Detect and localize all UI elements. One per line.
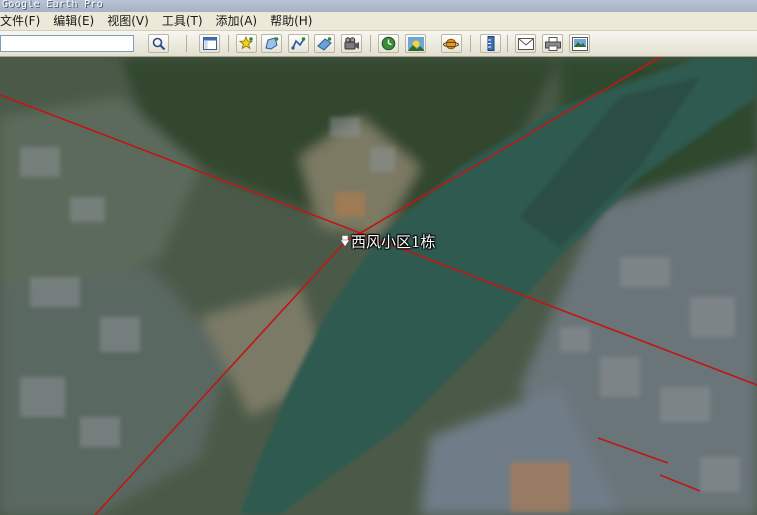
search-button[interactable]	[148, 34, 169, 53]
toolbar-separator	[186, 35, 187, 52]
polygon-icon	[265, 37, 279, 50]
save-image-button[interactable]	[569, 34, 590, 53]
menu-help[interactable]: 帮助(H)	[270, 12, 312, 31]
toolbar	[0, 31, 757, 57]
pushpin-icon	[239, 36, 254, 50]
toolbar-separator	[370, 35, 371, 52]
satellite-imagery	[0, 57, 757, 515]
ruler-button[interactable]	[480, 34, 501, 53]
title-bar: Google Earth Pro	[0, 0, 757, 12]
menu-view[interactable]: 视图(V)	[107, 12, 149, 31]
record-tour-button[interactable]	[341, 34, 362, 53]
window-title: Google Earth Pro	[2, 0, 104, 10]
sunlight-button[interactable]	[405, 34, 426, 53]
image-overlay-icon	[317, 37, 332, 51]
add-path-button[interactable]	[288, 34, 309, 53]
add-polygon-button[interactable]	[261, 34, 282, 53]
print-button[interactable]	[542, 34, 563, 53]
menu-bar: 文件(F) 编辑(E) 视图(V) 工具(T) 添加(A) 帮助(H)	[0, 12, 757, 31]
toolbar-separator	[507, 35, 508, 52]
menu-file[interactable]: 文件(F)	[0, 12, 40, 31]
add-placemark-button[interactable]	[236, 34, 257, 53]
path-icon	[291, 37, 306, 50]
envelope-icon	[517, 37, 534, 50]
sidebar-toggle-button[interactable]	[199, 34, 220, 53]
tour-camera-icon	[344, 36, 359, 49]
placemark-pin-icon[interactable]	[340, 235, 350, 247]
switch-planet-button[interactable]	[441, 34, 462, 53]
magnifier-icon	[152, 37, 165, 50]
historical-imagery-button[interactable]	[378, 34, 399, 53]
sidebar-icon	[202, 37, 217, 50]
ruler-icon	[487, 36, 494, 51]
add-image-overlay-button[interactable]	[314, 34, 335, 53]
email-button[interactable]	[515, 34, 536, 53]
printer-icon	[544, 36, 561, 51]
save-image-icon	[571, 36, 588, 51]
map-view[interactable]: 西风小区1栋	[0, 57, 757, 515]
planet-icon	[443, 38, 459, 49]
menu-add[interactable]: 添加(A)	[216, 12, 258, 31]
menu-edit[interactable]: 编辑(E)	[53, 12, 94, 31]
toolbar-separator	[228, 35, 229, 52]
search-input[interactable]	[0, 35, 134, 52]
toolbar-separator	[470, 35, 471, 52]
menu-tools[interactable]: 工具(T)	[162, 12, 203, 31]
placemark-label[interactable]: 西风小区1栋	[351, 231, 436, 252]
clock-icon	[381, 36, 396, 51]
sun-icon	[407, 36, 424, 51]
